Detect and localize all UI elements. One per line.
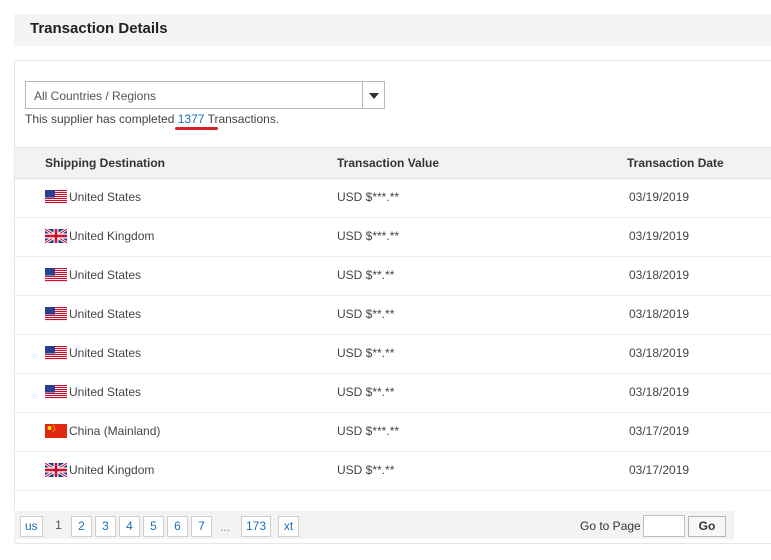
column-header-destination: Shipping Destination — [45, 156, 165, 170]
goto-page-label: Go to Page — [580, 519, 641, 533]
value-cell: USD $**.** — [337, 346, 395, 360]
transactions-panel: All Countries / Regions This supplier ha… — [14, 60, 771, 544]
table-body: United States USD $***.** 03/19/2019 United… — [15, 179, 771, 491]
page-title: Transaction Details — [30, 20, 168, 37]
value-cell: USD $***.** — [337, 229, 400, 243]
summary-suffix: Transactions. — [204, 112, 280, 126]
destination-cell: United States — [45, 190, 141, 204]
country-region-select[interactable]: All Countries / Regions — [25, 81, 385, 109]
column-header-value: Transaction Value — [337, 156, 440, 170]
page-link[interactable]: 7 — [191, 516, 212, 537]
goto-page-input[interactable] — [643, 515, 685, 537]
date-cell: 03/17/2019 — [629, 424, 690, 438]
dropdown-toggle[interactable] — [362, 82, 384, 108]
section-header: Transaction Details — [14, 14, 771, 46]
table-header: Shipping Destination Transaction Value T… — [15, 147, 771, 179]
destination-label: United States — [69, 190, 142, 204]
value-cell: USD $***.** — [337, 424, 400, 438]
value-cell: USD $**.** — [337, 268, 395, 282]
value-cell: USD $**.** — [337, 307, 395, 321]
date-cell: 03/17/2019 — [629, 463, 690, 477]
destination-label: United States — [69, 346, 142, 360]
table-row: United States USD $**.** 03/18/2019 — [15, 296, 771, 335]
page-current: 1 — [55, 518, 62, 532]
go-button[interactable]: Go — [688, 516, 726, 537]
transaction-count-link[interactable]: 1377 — [174, 112, 219, 130]
us-flag-icon — [45, 385, 67, 399]
us-flag-icon — [45, 268, 67, 282]
select-value: All Countries / Regions — [34, 89, 157, 103]
cn-flag-icon — [45, 424, 67, 438]
destination-cell: China (Mainland) — [45, 424, 160, 438]
destination-cell: United States — [45, 307, 141, 321]
page-link[interactable]: 6 — [167, 516, 188, 537]
destination-label: United Kingdom — [69, 463, 155, 477]
table-row: United States USD $**.** 03/18/2019 — [15, 257, 771, 296]
next-page-button[interactable]: xt — [278, 516, 299, 537]
prev-page-button[interactable]: us — [20, 516, 43, 537]
destination-cell: United States — [45, 346, 141, 360]
date-cell: 03/18/2019 — [629, 307, 690, 321]
chevron-down-icon — [369, 93, 379, 99]
page-link[interactable]: 2 — [71, 516, 92, 537]
transaction-summary: This supplier has completed 1377 Transac… — [25, 112, 280, 130]
table-row: United Kingdom USD $***.** 03/19/2019 — [15, 218, 771, 257]
destination-label: China (Mainland) — [69, 424, 161, 438]
value-cell: USD $**.** — [337, 385, 395, 399]
page-link[interactable]: 5 — [143, 516, 164, 537]
column-header-date: Transaction Date — [627, 156, 724, 170]
destination-cell: United States — [45, 385, 141, 399]
value-cell: USD $***.** — [337, 190, 400, 204]
transactions-table: Shipping Destination Transaction Value T… — [15, 147, 771, 491]
page-link-last[interactable]: 173 — [241, 516, 272, 537]
destination-label: United States — [69, 268, 142, 282]
date-cell: 03/18/2019 — [629, 268, 690, 282]
table-row: United States USD $***.** 03/19/2019 — [15, 179, 771, 218]
table-row: China (Mainland) USD $***.** 03/17/2019 — [15, 413, 771, 452]
date-cell: 03/18/2019 — [629, 385, 690, 399]
us-flag-icon — [45, 190, 67, 204]
destination-label: United States — [69, 385, 142, 399]
page-link[interactable]: 4 — [119, 516, 140, 537]
table-row: United Kingdom USD $**.** 03/17/2019 — [15, 452, 771, 491]
pagination-ellipsis: ... — [220, 520, 231, 534]
destination-cell: United States — [45, 268, 141, 282]
summary-prefix: This supplier has completed — [25, 112, 178, 126]
value-cell: USD $**.** — [337, 463, 395, 477]
us-flag-icon — [45, 346, 67, 360]
uk-flag-icon — [44, 461, 68, 479]
table-row: United States USD $**.** 03/18/2019 — [15, 374, 771, 413]
date-cell: 03/19/2019 — [629, 190, 690, 204]
pagination: us 1 2 3 4 5 6 7 ... 173 xt Go to Page G… — [14, 511, 734, 539]
destination-label: United Kingdom — [69, 229, 155, 243]
destination-cell: United Kingdom — [44, 227, 155, 245]
table-row: United States USD $**.** 03/18/2019 — [15, 335, 771, 374]
destination-label: United States — [69, 307, 142, 321]
uk-flag-icon — [44, 227, 68, 245]
annotation-underline — [174, 127, 219, 130]
page-link[interactable]: 3 — [95, 516, 116, 537]
us-flag-icon — [45, 307, 67, 321]
date-cell: 03/19/2019 — [629, 229, 690, 243]
destination-cell: United Kingdom — [44, 461, 155, 479]
date-cell: 03/18/2019 — [629, 346, 690, 360]
